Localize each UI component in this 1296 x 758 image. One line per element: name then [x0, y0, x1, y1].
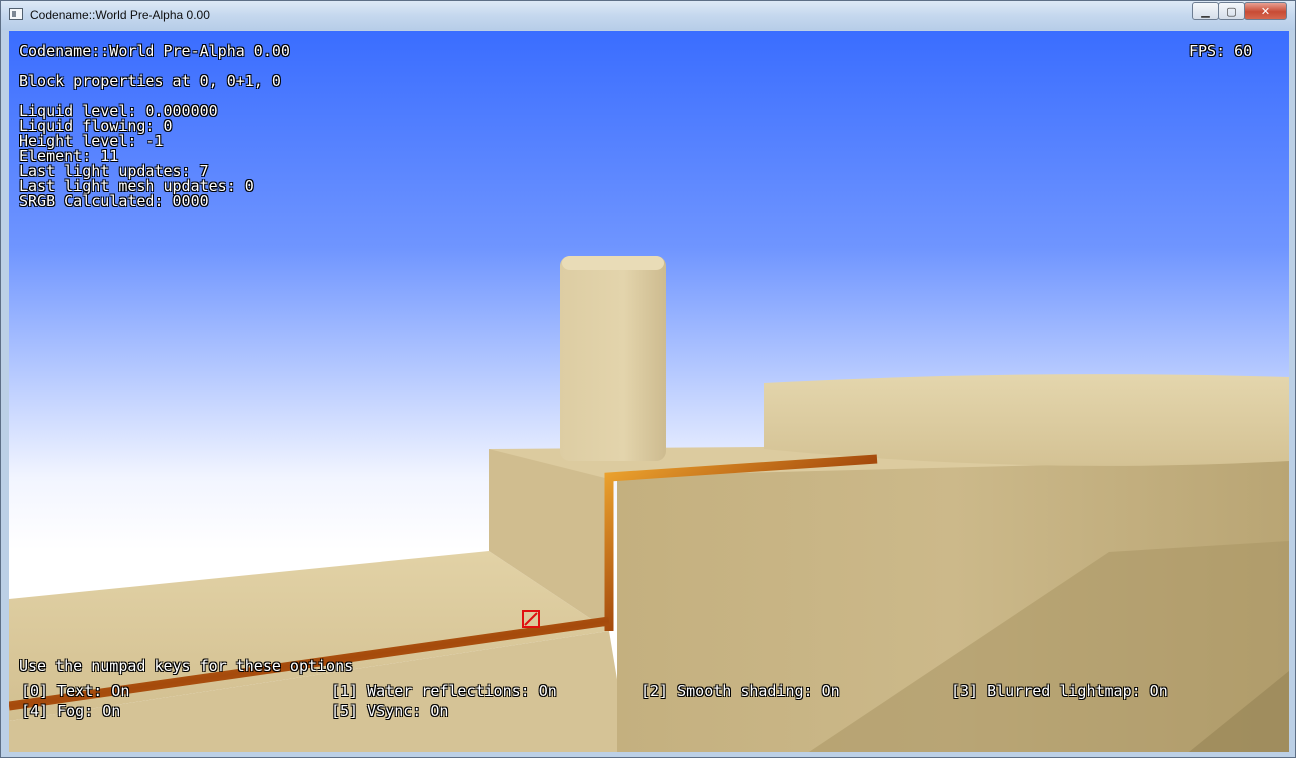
game-viewport[interactable]: Codename::World Pre-Alpha 0.00 FPS: 60 B…	[9, 31, 1289, 752]
window-controls: ▁ ▢ ✕	[1192, 2, 1287, 20]
app-icon[interactable]	[9, 8, 23, 20]
hud-stat-srgb: SRGB Calculated: 0000	[19, 192, 209, 210]
maximize-button[interactable]: ▢	[1218, 2, 1245, 20]
voxel-scene	[9, 256, 1289, 752]
minimize-icon: ▁	[1201, 4, 1210, 18]
sand-pillar-top	[562, 256, 664, 270]
option-fog-toggle[interactable]: [4] Fog: On	[21, 704, 120, 719]
option-smooth-shading-toggle[interactable]: [2] Smooth shading: On	[641, 684, 840, 699]
title-bar[interactable]: Codename::World Pre-Alpha 0.00 ▁ ▢ ✕	[1, 1, 1295, 30]
option-water-reflections-toggle[interactable]: [1] Water reflections: On	[331, 684, 557, 699]
option-blurred-lightmap-toggle[interactable]: [3] Blurred lightmap: On	[951, 684, 1168, 699]
hud-fps: FPS: 60	[1189, 42, 1253, 60]
close-icon: ✕	[1260, 4, 1271, 18]
option-text-toggle[interactable]: [0] Text: On	[21, 684, 129, 699]
hud-block-properties: Block properties at 0, 0+1, 0	[19, 72, 281, 90]
maximize-icon: ▢	[1226, 4, 1237, 18]
app-window: Codename::World Pre-Alpha 0.00 ▁ ▢ ✕ Cod…	[0, 0, 1296, 758]
hud-options-hint: Use the numpad keys for these options	[19, 657, 354, 675]
close-button[interactable]: ✕	[1244, 2, 1287, 20]
minimize-button[interactable]: ▁	[1192, 2, 1219, 20]
window-title: Codename::World Pre-Alpha 0.00	[30, 8, 210, 22]
sand-disk	[764, 374, 1289, 466]
option-vsync-toggle[interactable]: [5] VSync: On	[331, 704, 448, 719]
hud-app-title: Codename::World Pre-Alpha 0.00	[19, 42, 290, 60]
sand-pillar	[560, 256, 666, 461]
